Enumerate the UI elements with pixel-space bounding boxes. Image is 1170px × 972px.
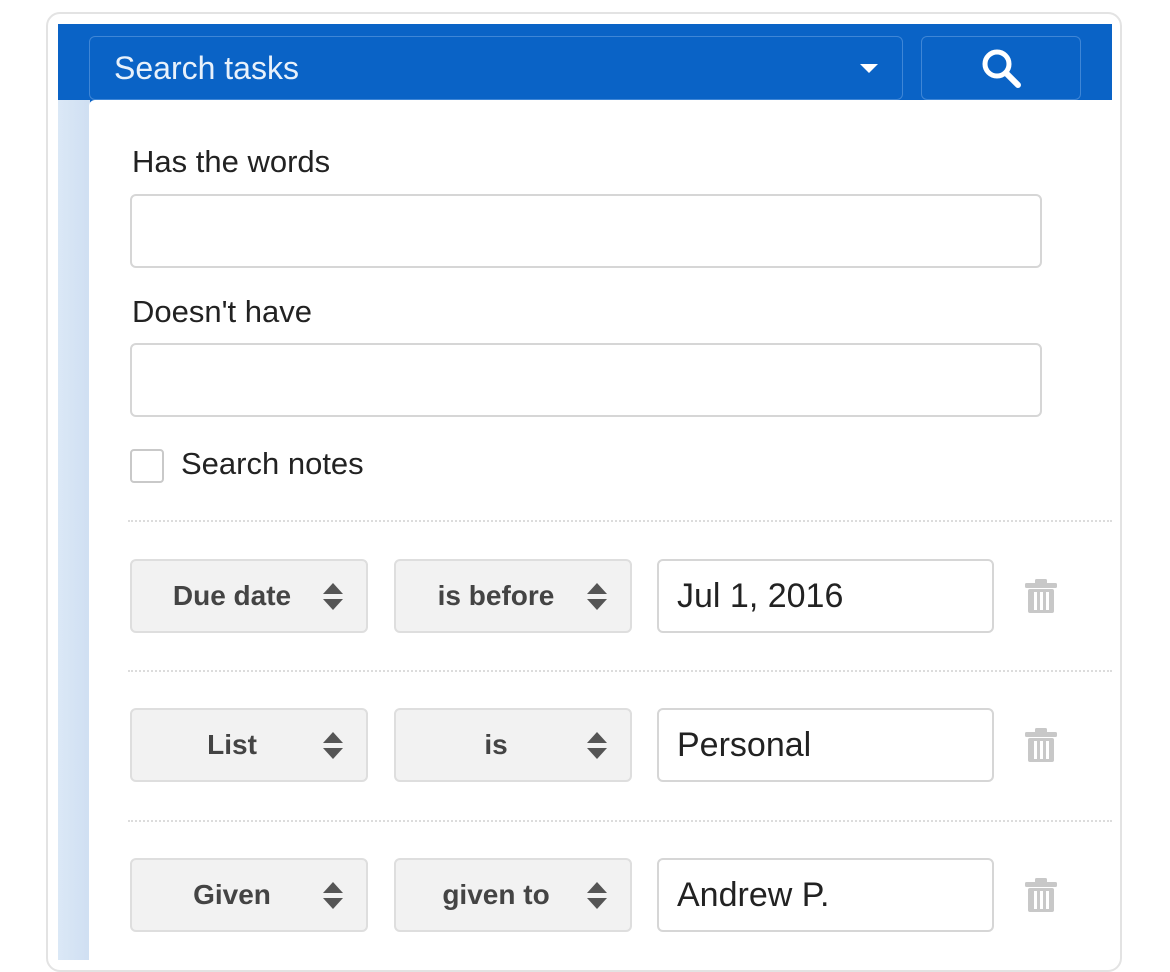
updown-arrows-icon [322, 582, 344, 610]
search-icon [982, 49, 1021, 88]
search-input[interactable]: Search tasks [89, 36, 903, 100]
rule-field-label: List [207, 729, 257, 760]
rule-value-input[interactable]: Personal [657, 708, 994, 782]
rule-value-input[interactable]: Andrew P. [657, 858, 994, 932]
rule-operator-select[interactable]: is [394, 708, 632, 782]
doesnt-have-label: Doesn't have [132, 294, 312, 329]
rule-operator-label: given to [442, 879, 550, 910]
updown-arrows-icon [586, 881, 608, 909]
updown-arrows-icon [586, 582, 608, 610]
updown-arrows-icon [322, 881, 344, 909]
rule-operator-select[interactable]: is before [394, 559, 632, 633]
rule-operator-label: is before [437, 580, 555, 611]
rule-field-label: Given [193, 879, 271, 910]
divider [128, 670, 1112, 672]
rule-value-input[interactable]: Jul 1, 2016 [657, 559, 994, 633]
rule-operator-select[interactable]: given to [394, 858, 632, 932]
search-button[interactable] [921, 36, 1081, 100]
has-words-label: Has the words [132, 144, 331, 179]
doesnt-have-input[interactable] [130, 343, 1042, 417]
rule-field-select[interactable]: Given [130, 858, 368, 932]
side-strip [58, 100, 90, 960]
chevron-down-icon[interactable] [860, 63, 878, 73]
has-words-input[interactable] [130, 194, 1042, 268]
divider [128, 820, 1112, 822]
search-notes-label: Search notes [181, 446, 364, 481]
divider [128, 520, 1112, 522]
rule-field-select[interactable]: List [130, 708, 368, 782]
updown-arrows-icon [586, 731, 608, 759]
trash-icon[interactable] [1024, 578, 1058, 614]
search-placeholder: Search tasks [114, 49, 299, 86]
trash-icon[interactable] [1024, 877, 1058, 913]
search-notes-checkbox[interactable] [130, 449, 164, 483]
rule-operator-label: is [484, 729, 508, 760]
trash-icon[interactable] [1024, 727, 1058, 763]
rule-field-label: Due date [172, 580, 292, 611]
updown-arrows-icon [322, 731, 344, 759]
rule-field-select[interactable]: Due date [130, 559, 368, 633]
